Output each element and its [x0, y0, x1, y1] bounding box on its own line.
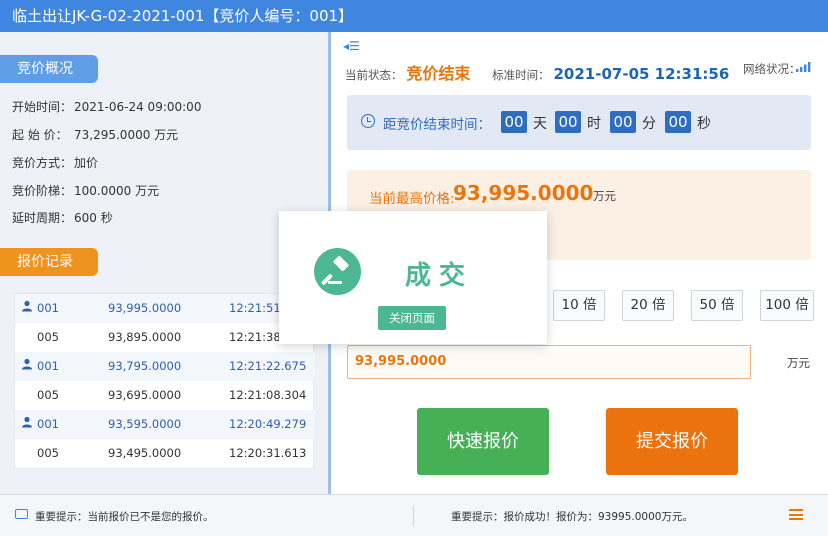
info-value: 2021-06-24 09:00:00 [74, 100, 202, 114]
signal-icon [796, 60, 812, 75]
countdown-hours-unit: 时 [587, 116, 601, 132]
status-bar: 当前状态： 竞价结束 标准时间： 2021-07-05 12:31:56 网络状… [345, 60, 825, 83]
records-tab[interactable]: 报价记录 [0, 248, 98, 276]
info-value: 73,295.0000 万元 [74, 128, 179, 142]
bid-price: 93,795.0000 [108, 359, 182, 373]
multiplier-10-button[interactable]: 10 倍 [553, 290, 605, 321]
bidder-id: 005 [37, 446, 59, 460]
standard-time-label: 标准时间： [492, 68, 550, 82]
info-key: 开始时间： [12, 100, 73, 114]
submit-bid-button[interactable]: 提交报价 [606, 408, 738, 475]
bidder-id: 001 [37, 417, 59, 431]
bidder-id: 001 [37, 359, 59, 373]
window-title: 临土出让JK-G-02-2021-001【竞价人编号：001】 [0, 0, 828, 32]
bidder-id: 001 [37, 301, 59, 315]
gavel-icon [314, 248, 361, 295]
multiplier-100-button[interactable]: 100 倍 [760, 290, 814, 321]
standard-time: 2021-07-05 12:31:56 [553, 65, 730, 83]
info-key: 竞价阶梯： [12, 184, 73, 198]
info-value: 100.0000 万元 [74, 184, 160, 198]
status-value: 竞价结束 [406, 64, 471, 83]
bid-price-unit: 万元 [787, 356, 810, 370]
collapse-menu-icon[interactable]: ◂☰ [343, 39, 360, 53]
countdown-days: 00 [501, 111, 527, 133]
countdown-label: 距竞价结束时间： [383, 117, 491, 133]
quick-bid-button[interactable]: 快速报价 [417, 408, 549, 475]
highest-price-label: 当前最高价格: [369, 191, 455, 207]
bid-time: 12:21:08.304 [229, 388, 307, 402]
chat-icon [15, 509, 28, 519]
deal-modal: 成交 关闭页面 [279, 211, 547, 344]
table-row: 005 93,695.0000 12:21:08.304 [15, 381, 315, 410]
bid-time: 12:21:22.675 [229, 359, 307, 373]
countdown-mins-unit: 分 [642, 116, 656, 132]
footer-bar: 重要提示：当前报价已不是您的报价。 重要提示：报价成功！报价为：93995.00… [0, 495, 828, 536]
bid-price: 93,895.0000 [108, 330, 182, 344]
network-label: 网络状况： [743, 62, 801, 76]
multiplier-50-button[interactable]: 50 倍 [691, 290, 743, 321]
bid-time: 12:20:49.279 [229, 417, 307, 431]
info-value: 600 秒 [74, 211, 113, 225]
multiplier-20-button[interactable]: 20 倍 [622, 290, 674, 321]
bid-records-table: 001 93,995.0000 12:21:51.6 005 93,895.00… [14, 293, 315, 469]
clock-icon [361, 114, 375, 128]
bid-price: 93,995.0000 [108, 301, 182, 315]
table-row: 005 93,895.0000 12:21:38.4 [15, 323, 315, 352]
countdown-mins: 00 [610, 111, 636, 133]
tip-left: 重要提示：当前报价已不是您的报价。 [35, 511, 214, 523]
info-row-delay: 延时周期： 600 秒 [12, 209, 113, 226]
close-page-button[interactable]: 关闭页面 [378, 306, 446, 330]
info-key: 竞价方式： [12, 156, 73, 170]
info-key: 延时周期： [12, 211, 73, 225]
bid-time: 12:20:31.613 [229, 446, 307, 460]
bid-price: 93,495.0000 [108, 446, 182, 460]
highest-price-unit: 万元 [593, 189, 616, 203]
table-row: 001 93,995.0000 12:21:51.6 [15, 294, 315, 323]
info-value: 加价 [74, 156, 99, 170]
info-row-start-price: 起 始 价： 73,295.0000 万元 [12, 126, 178, 143]
bid-price-input-value: 93,995.0000 [355, 354, 447, 369]
bid-price: 93,695.0000 [108, 388, 182, 402]
countdown-days-unit: 天 [533, 116, 547, 132]
bid-price: 93,595.0000 [108, 417, 182, 431]
countdown-secs-unit: 秒 [697, 116, 711, 132]
modal-title: 成交 [405, 261, 474, 291]
highest-price-value: 93,995.0000 [453, 181, 594, 205]
countdown-hours: 00 [555, 111, 581, 133]
info-row-start-time: 开始时间： 2021-06-24 09:00:00 [12, 98, 201, 115]
bidder-id: 005 [37, 388, 59, 402]
info-key: 起 始 价： [12, 128, 68, 142]
table-row: 005 93,495.0000 12:20:31.613 [15, 439, 315, 468]
status-label: 当前状态： [345, 68, 403, 82]
table-row: 001 93,795.0000 12:21:22.675 [15, 352, 315, 381]
table-row: 001 93,595.0000 12:20:49.279 [15, 410, 315, 439]
info-row-step: 竞价阶梯： 100.0000 万元 [12, 182, 159, 199]
overview-tab[interactable]: 竞价概况 [0, 55, 98, 83]
footer-separator [413, 506, 414, 526]
bidder-id: 005 [37, 330, 59, 344]
countdown-panel: 距竞价结束时间： 00 天 00 时 00 分 00 秒 [347, 95, 811, 150]
bid-price-input[interactable]: 93,995.0000 [347, 345, 751, 379]
list-menu-icon[interactable] [789, 509, 803, 520]
countdown-secs: 00 [665, 111, 691, 133]
tip-right: 重要提示：报价成功！报价为：93995.0000万元。 [451, 511, 693, 523]
info-row-method: 竞价方式： 加价 [12, 154, 98, 171]
